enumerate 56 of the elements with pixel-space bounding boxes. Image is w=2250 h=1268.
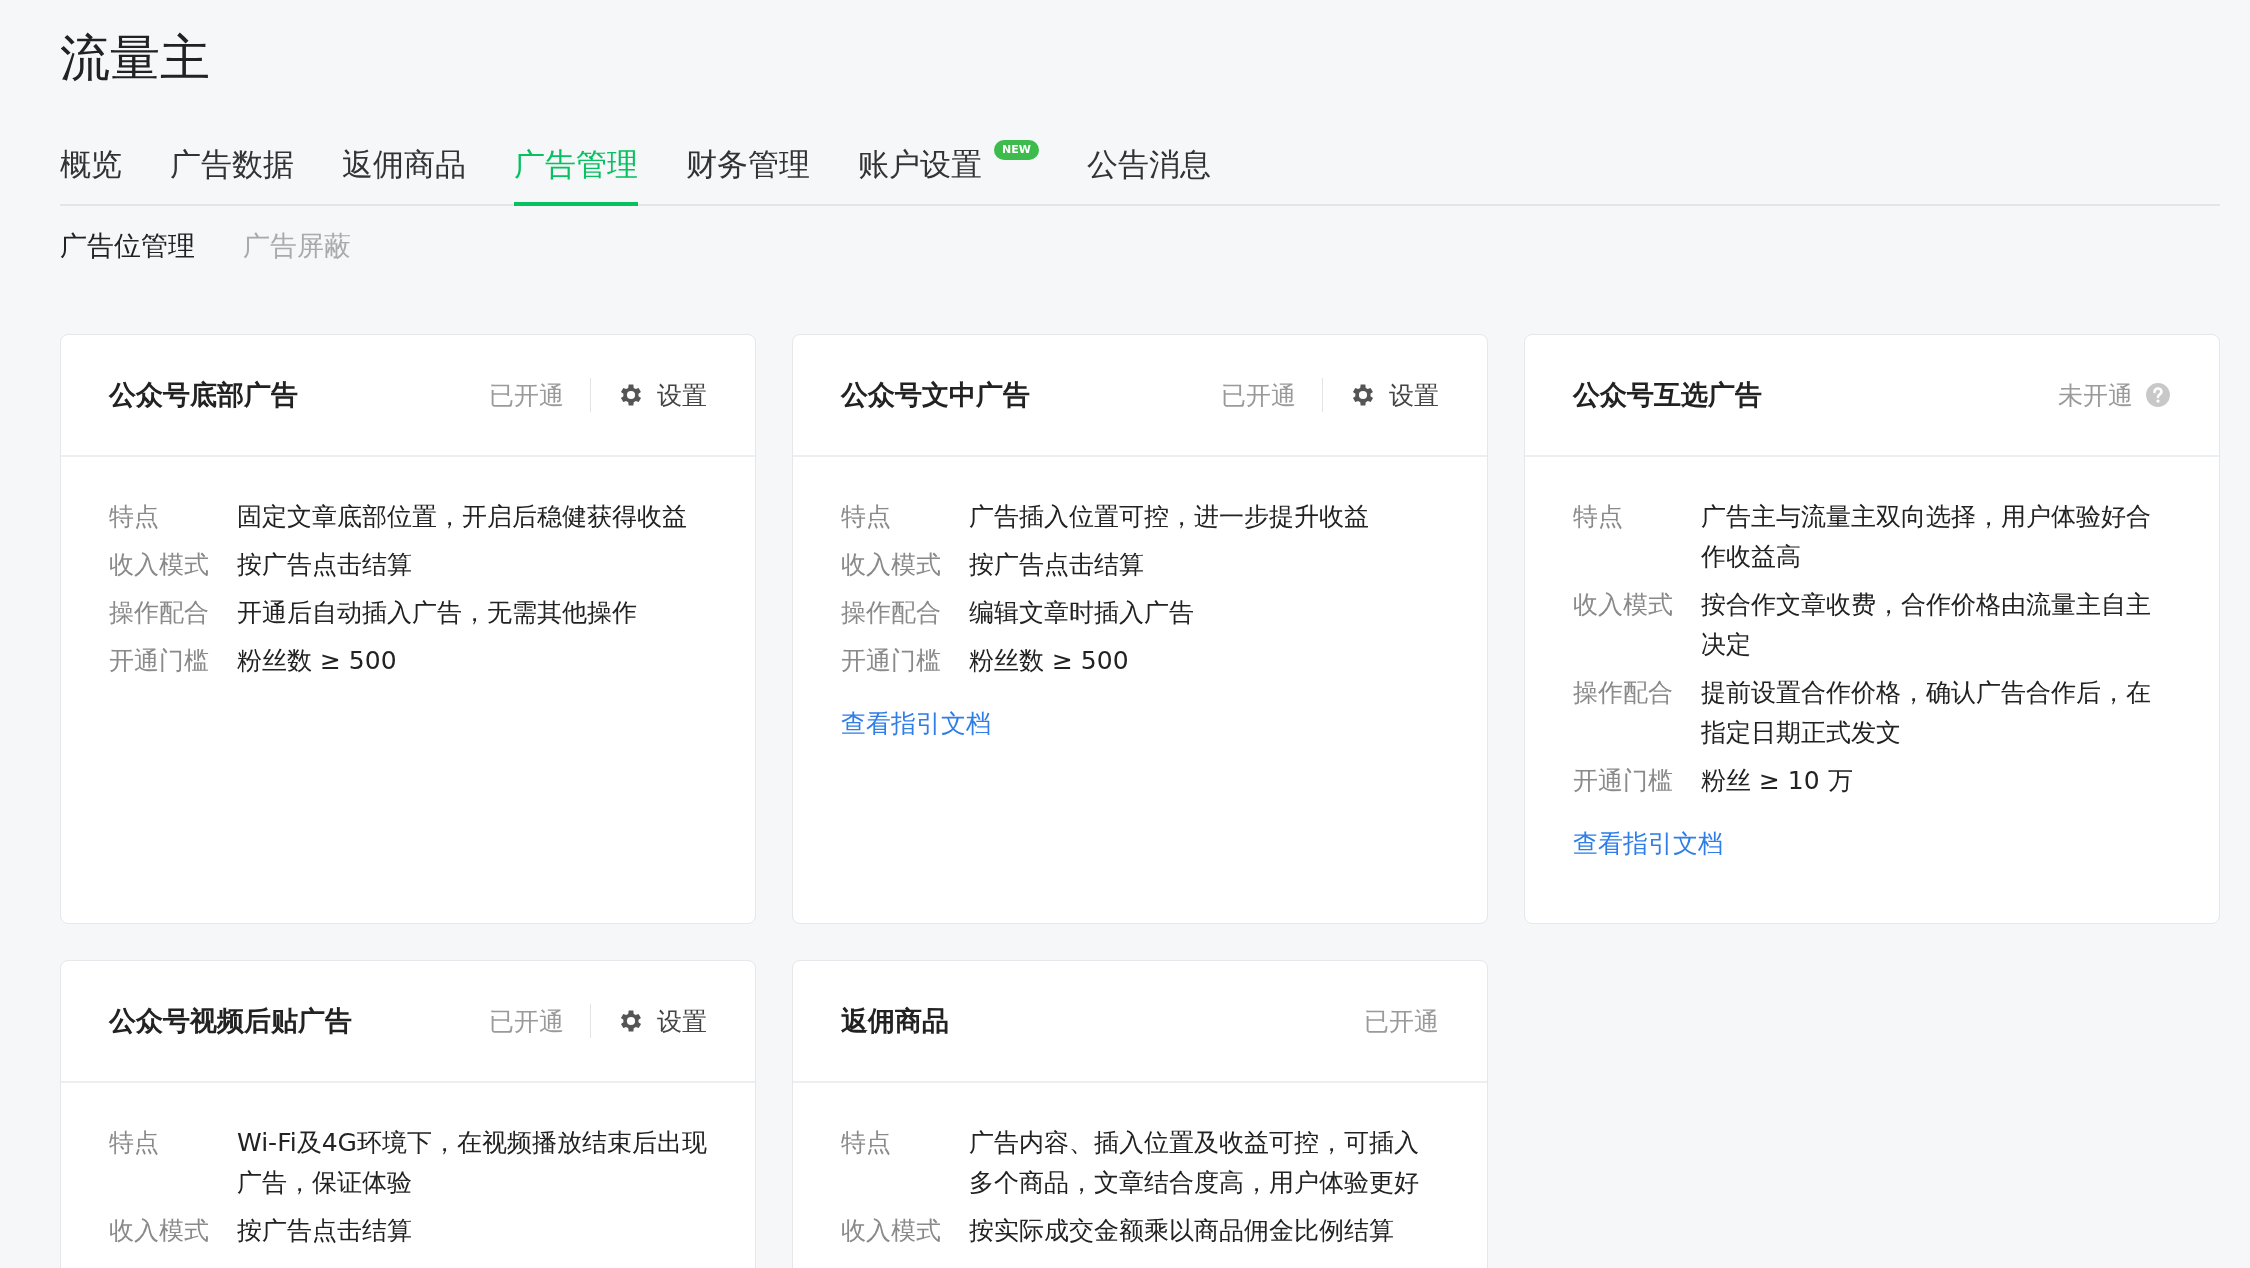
card-title: 公众号文中广告 [841, 378, 1031, 412]
field-label: 收入模式 [841, 1215, 942, 1247]
nav-tab[interactable]: 公告消息 [1086, 144, 1211, 206]
sub-tab[interactable]: 广告位管理 [60, 228, 195, 264]
nav-tab[interactable]: 广告数据 [170, 144, 294, 206]
field-label: 收入模式 [109, 1215, 210, 1247]
help-icon[interactable] [2145, 382, 2171, 408]
card-title: 公众号视频后贴广告 [109, 1004, 353, 1038]
card-title: 公众号互选广告 [1573, 378, 1763, 412]
nav-tab[interactable]: 返佣商品 [342, 144, 466, 206]
field-value: 按广告点击结算 [237, 1215, 413, 1247]
field-value: 按合作文章收费，合作价格由流量主自主决定 [1701, 589, 2152, 661]
field-label: 操作配合 [109, 597, 210, 629]
field-label: 收入模式 [1573, 589, 1674, 621]
field-value: 按实际成交金额乘以商品佣金比例结算 [969, 1215, 1395, 1247]
status-text: 未开通 [2058, 379, 2133, 412]
page-title: 流量主 [60, 28, 211, 89]
field-value: 广告内容、插入位置及收益可控，可插入多个商品，文章结合度高，用户体验更好 [969, 1127, 1420, 1199]
nav-tab[interactable]: 概览 [60, 144, 122, 206]
field-label: 收入模式 [109, 549, 210, 581]
field-label: 特点 [109, 1127, 160, 1159]
field-label: 开通门槛 [109, 645, 210, 677]
field-label: 开通门槛 [841, 645, 942, 677]
field-label: 特点 [1573, 501, 1624, 533]
nav-tab[interactable]: 财务管理 [686, 144, 810, 206]
status-text: 已开通 [1221, 379, 1296, 412]
status-text: 已开通 [489, 379, 564, 412]
field-label: 特点 [109, 501, 160, 533]
field-value: Wi-Fi及4G环境下，在视频播放结束后出现广告，保证体验 [237, 1127, 707, 1199]
field-value: 广告主与流量主双向选择，用户体验好合作收益高 [1701, 501, 2152, 573]
field-value: 粉丝 ≥ 10 万 [1701, 765, 1854, 797]
field-value: 提前设置合作价格，确认广告合作后，在指定日期正式发文 [1701, 677, 2152, 749]
guide-link[interactable]: 查看指引文档 [1573, 827, 1723, 860]
field-label: 操作配合 [841, 597, 942, 629]
settings-button[interactable]: 设置 [617, 1004, 707, 1038]
guide-link[interactable]: 查看指引文档 [841, 707, 991, 740]
field-value: 按广告点击结算 [237, 549, 413, 581]
status-text: 已开通 [489, 1005, 564, 1038]
card-title: 公众号底部广告 [109, 378, 299, 412]
settings-button[interactable]: 设置 [617, 378, 707, 412]
field-value: 固定文章底部位置，开启后稳健获得收益 [237, 501, 688, 533]
field-value: 开通后自动插入广告，无需其他操作 [237, 597, 638, 629]
field-label: 特点 [841, 1127, 892, 1159]
field-label: 收入模式 [841, 549, 942, 581]
field-value: 粉丝数 ≥ 500 [237, 645, 398, 677]
card-title: 返佣商品 [841, 1004, 950, 1038]
status-text: 已开通 [1364, 1005, 1439, 1038]
field-label: 操作配合 [1573, 677, 1674, 709]
field-label: 特点 [841, 501, 892, 533]
field-value: 广告插入位置可控，进一步提升收益 [969, 501, 1370, 533]
field-label: 开通门槛 [1573, 765, 1674, 797]
settings-button[interactable]: 设置 [1349, 378, 1439, 412]
field-value: 粉丝数 ≥ 500 [969, 645, 1130, 677]
new-badge: NEW [994, 140, 1039, 160]
field-value: 按广告点击结算 [969, 549, 1145, 581]
field-value: 编辑文章时插入广告 [969, 597, 1195, 629]
